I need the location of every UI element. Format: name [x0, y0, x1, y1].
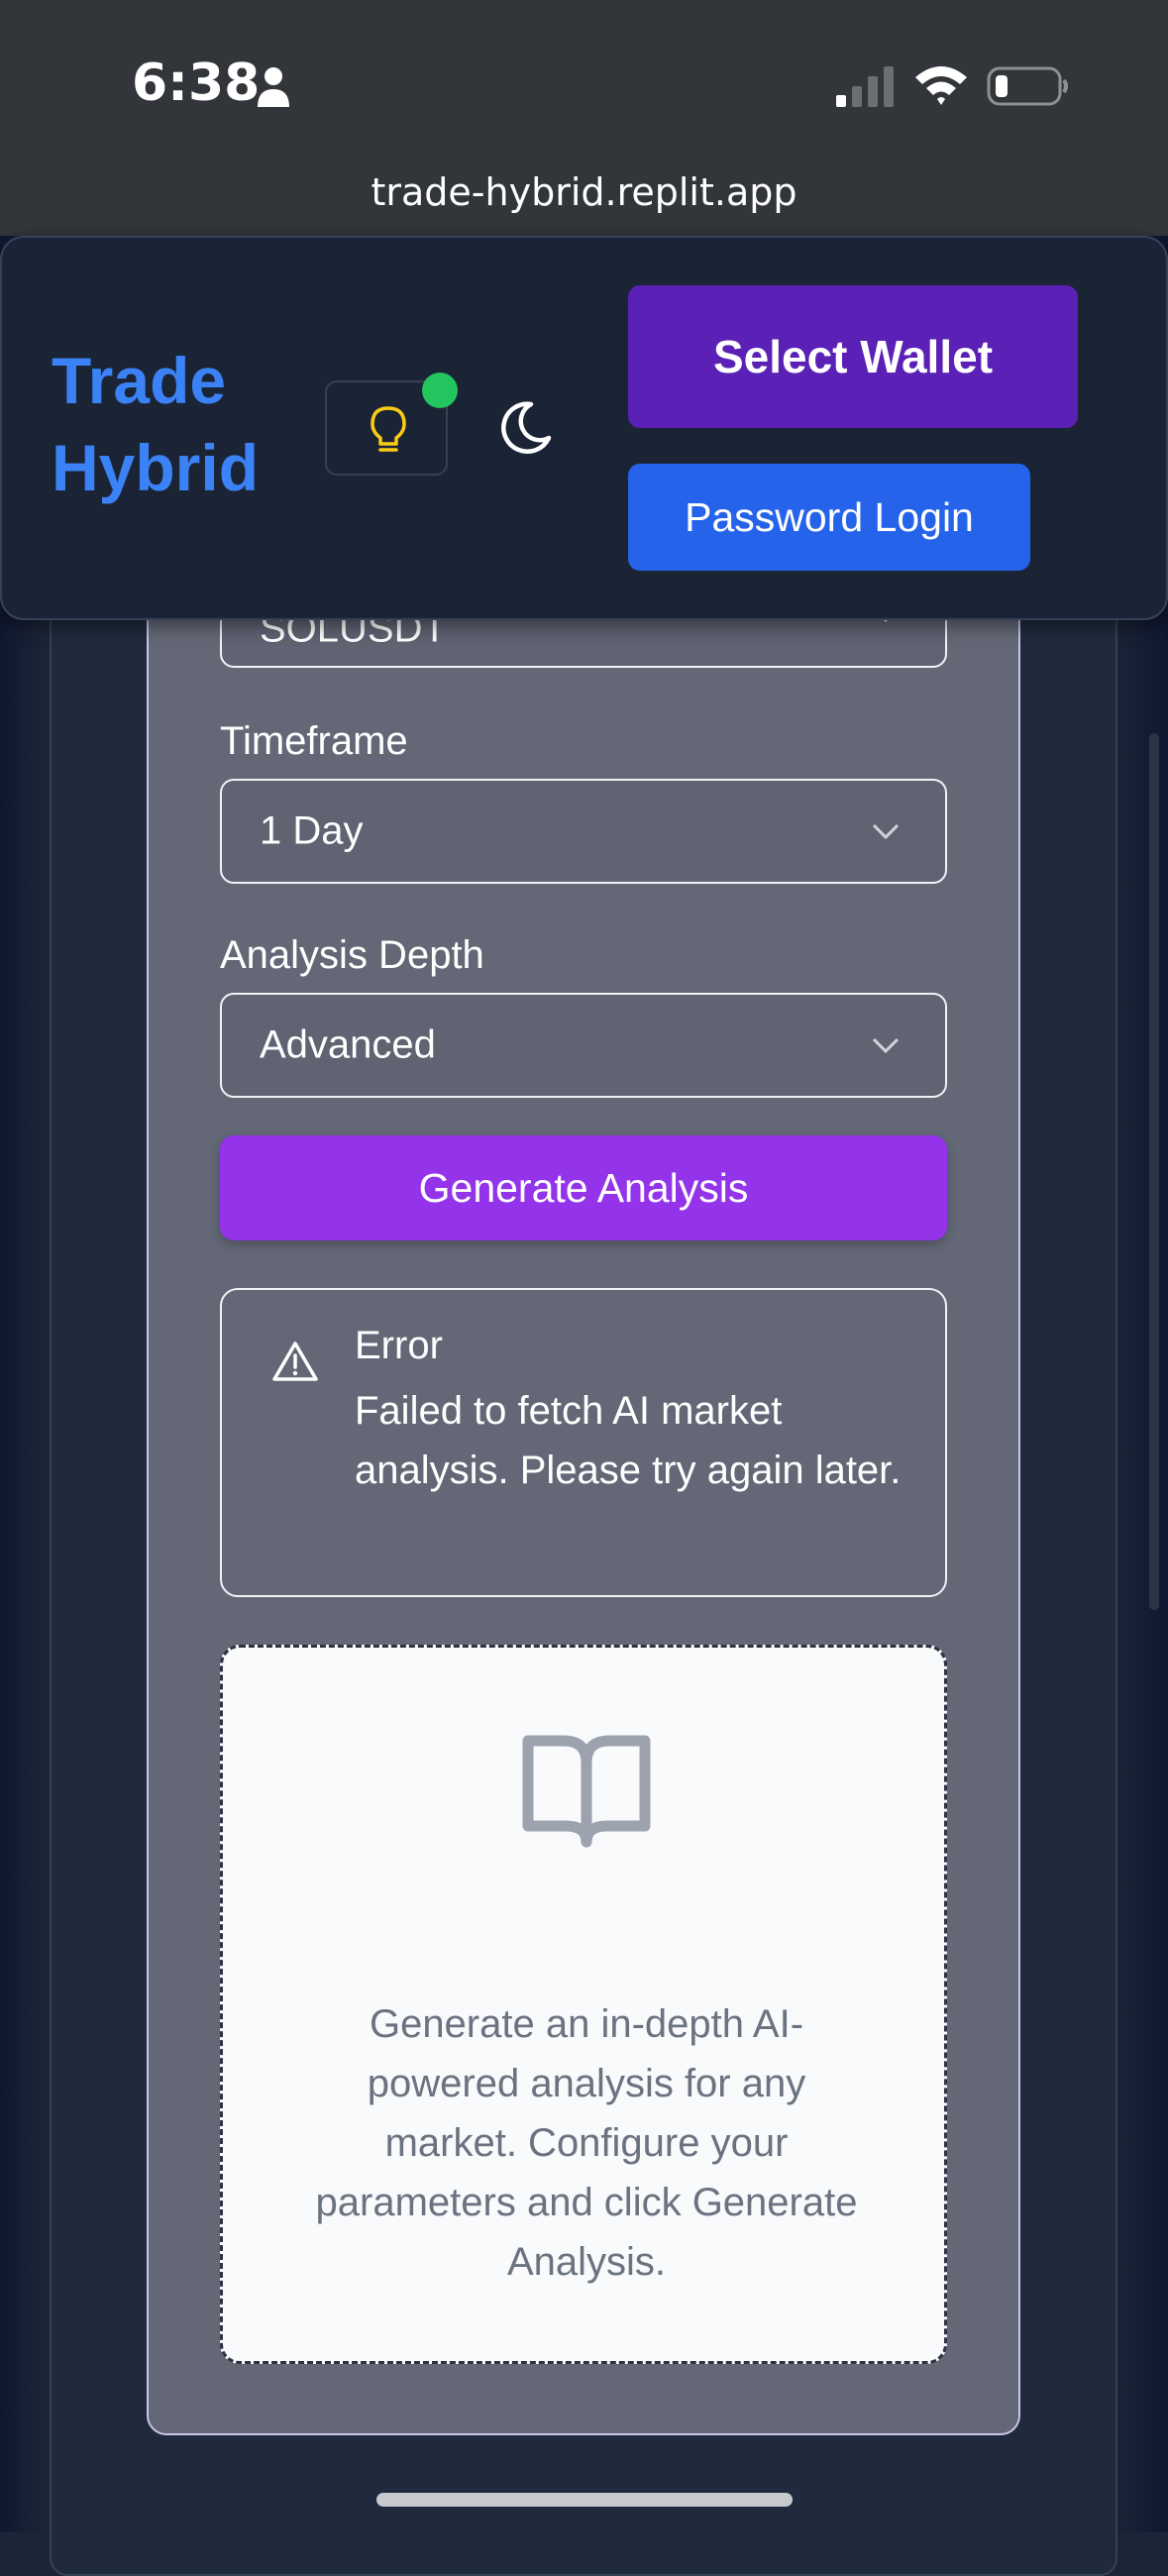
password-login-button[interactable]: Password Login: [628, 464, 1030, 571]
chevron-down-icon: [872, 1037, 900, 1054]
logo-line-1: Trade: [52, 344, 227, 417]
logo[interactable]: Trade Hybrid: [52, 337, 309, 511]
clock: 6:38: [132, 54, 261, 113]
error-alert: Error Failed to fetch AI market analysis…: [220, 1288, 947, 1597]
status-bar: 6:38 trade-hybrid.replit.app: [0, 0, 1168, 236]
wifi-icon: [915, 66, 967, 105]
person-icon: [258, 67, 289, 107]
book-open-icon: [522, 1735, 651, 1848]
select-wallet-button[interactable]: Select Wallet: [628, 285, 1078, 428]
generate-analysis-button[interactable]: Generate Analysis: [220, 1135, 947, 1240]
lightbulb-icon: [371, 406, 406, 452]
timeframe-select[interactable]: 1 Day: [220, 779, 947, 884]
error-title: Error: [355, 1324, 443, 1367]
analysis-depth-select[interactable]: Advanced: [220, 993, 947, 1098]
url-bar[interactable]: trade-hybrid.replit.app: [0, 170, 1168, 214]
scrollbar[interactable]: [1149, 733, 1159, 1610]
battery-icon: [987, 66, 1068, 106]
empty-state: Generate an in-depth AI-powered analysis…: [220, 1645, 947, 2364]
empty-state-text: Generate an in-depth AI-powered analysis…: [315, 2002, 858, 2284]
timeframe-value: 1 Day: [260, 808, 364, 853]
error-message: Failed to fetch AI market analysis. Plea…: [355, 1389, 902, 1492]
online-indicator: [422, 373, 458, 408]
home-indicator: [376, 2493, 793, 2507]
analysis-depth-label: Analysis Depth: [220, 933, 484, 977]
chevron-down-icon: [872, 823, 900, 840]
timeframe-label: Timeframe: [220, 719, 408, 763]
warning-icon: [272, 1342, 318, 1381]
moon-icon[interactable]: [495, 398, 555, 458]
analysis-depth-value: Advanced: [260, 1022, 436, 1067]
signal-icon: [836, 66, 894, 107]
logo-line-2: Hybrid: [52, 431, 260, 504]
